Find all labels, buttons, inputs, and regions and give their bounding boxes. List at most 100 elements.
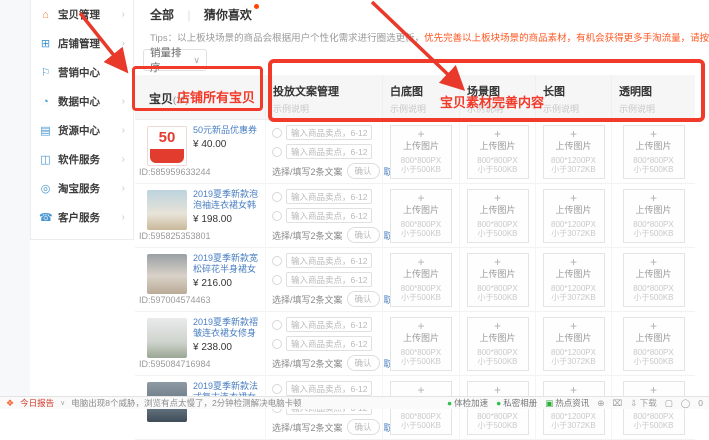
sidebar-item-5[interactable]: ◫软件服务› bbox=[31, 145, 133, 174]
upload-image-button[interactable]: +上传图片800*800PX小于500KB bbox=[623, 253, 685, 307]
sort-dropdown[interactable]: 销量排序 ∨ bbox=[143, 49, 207, 71]
upload-image-button[interactable]: +上传图片800*1200PX小于3072KB bbox=[543, 317, 605, 371]
upload-label: 上传图片 bbox=[468, 269, 528, 280]
product-count: (11) bbox=[173, 95, 188, 105]
upload-image-button[interactable]: +上传图片800*1200PX小于3072KB bbox=[543, 189, 605, 243]
upload-image-button[interactable]: +上传图片800*800PX小于500KB bbox=[467, 317, 529, 371]
upload-size-hint: 800*800PX bbox=[624, 348, 684, 357]
upload-image-button[interactable]: +上传图片800*800PX小于500KB bbox=[623, 317, 685, 371]
selling-point-input[interactable] bbox=[286, 272, 372, 287]
sidebar-item-1[interactable]: ⊞店铺管理› bbox=[31, 29, 133, 58]
upload-label: 上传图片 bbox=[544, 269, 604, 280]
material-cell-2: +上传图片800*1200PX小于3072KB bbox=[535, 184, 611, 248]
upload-image-button[interactable]: +上传图片800*800PX小于500KB bbox=[390, 189, 452, 243]
upload-image-button[interactable]: +上传图片800*800PX小于500KB bbox=[467, 253, 529, 307]
sidebar-item-label: 数据中心 bbox=[58, 94, 100, 109]
example-link[interactable]: 示例说明 bbox=[619, 102, 695, 115]
sidebar-item-2[interactable]: ⚐营销中心 bbox=[31, 58, 133, 87]
taskbar-alert-text: 电脑出现8个威胁，浏览有点太慢了，2分钟检测解决电脑卡顿 bbox=[71, 397, 301, 409]
security-logo-icon[interactable]: ❖ bbox=[6, 398, 14, 409]
checkbox[interactable] bbox=[272, 128, 282, 138]
selling-point-input[interactable] bbox=[286, 253, 372, 268]
taskbar-tray: ●体检加速 ●私密相册 ▣热点资讯 ⊕ ⌧ ⇩ 下载 ▢ ◯ 0 bbox=[447, 397, 703, 409]
upload-image-button[interactable]: +上传图片800*800PX小于500KB bbox=[623, 125, 685, 179]
upload-image-button[interactable]: +上传图片800*1200PX小于3072KB bbox=[543, 125, 605, 179]
upload-size-hint: 800*800PX bbox=[391, 348, 451, 357]
tab-all[interactable]: 全部 bbox=[150, 8, 174, 22]
example-link[interactable]: 示例说明 bbox=[543, 102, 611, 115]
product-title-link[interactable]: 2019夏季新款褶皱连衣裙女修身显瘦小众网红 bbox=[193, 317, 263, 339]
daily-report-label[interactable]: 今日报告 bbox=[20, 397, 54, 409]
window-icon[interactable]: ▢ bbox=[665, 398, 673, 409]
plus-icon: + bbox=[624, 192, 684, 205]
example-link[interactable]: 示例说明 bbox=[273, 102, 382, 115]
checkbox[interactable] bbox=[272, 339, 282, 349]
checkbox[interactable] bbox=[272, 275, 282, 285]
sidebar-item-4[interactable]: ▤货源中心› bbox=[31, 116, 133, 145]
product-title-link[interactable]: 2019夏季新款宽松碎花半身裙女中长款拼接白 bbox=[193, 253, 263, 275]
selling-point-input[interactable] bbox=[286, 208, 372, 223]
checkbox[interactable] bbox=[272, 384, 282, 394]
tray-item-2[interactable]: ▣热点资讯 bbox=[545, 397, 589, 409]
product-id: ID:595825353801 bbox=[139, 231, 211, 241]
example-link[interactable]: 示例说明 bbox=[390, 102, 459, 115]
sidebar-item-label: 淘宝服务 bbox=[58, 181, 100, 196]
plus-icon: + bbox=[391, 192, 451, 205]
copy-actions: 选择/填写2条文案确认取消 bbox=[272, 227, 378, 243]
product-title-link[interactable]: 50元新品优惠券 bbox=[193, 125, 263, 136]
chevron-right-icon: › bbox=[122, 125, 125, 136]
confirm-button[interactable]: 确认 bbox=[347, 291, 380, 307]
counter-badge[interactable]: 0 bbox=[698, 398, 703, 408]
add-tool-icon[interactable]: ⊕ bbox=[597, 398, 604, 409]
confirm-button[interactable]: 确认 bbox=[347, 227, 380, 243]
confirm-button[interactable]: 确认 bbox=[347, 163, 380, 179]
material-cell-2: +上传图片800*1200PX小于3072KB bbox=[535, 312, 611, 376]
upload-image-button[interactable]: +上传图片800*1200PX小于3072KB bbox=[543, 253, 605, 307]
upload-image-button[interactable]: +上传图片800*800PX小于500KB bbox=[467, 189, 529, 243]
circle-tool-icon[interactable]: ◯ bbox=[681, 398, 691, 409]
health-check-icon: ● bbox=[447, 398, 452, 408]
selling-point-input[interactable] bbox=[286, 125, 372, 140]
selling-point-input[interactable] bbox=[286, 144, 372, 159]
selling-point-input[interactable] bbox=[286, 381, 372, 396]
chevron-down-icon[interactable]: ∨ bbox=[60, 399, 65, 407]
tray-item-1[interactable]: ●私密相册 bbox=[496, 397, 537, 409]
sidebar-item-3[interactable]: ◔数据中心› bbox=[31, 87, 133, 116]
checkbox[interactable] bbox=[272, 192, 282, 202]
product-cell: 5050元新品优惠券¥ 40.00ID:585959633244 bbox=[135, 120, 265, 184]
tab-guess-you-like[interactable]: 猜你喜欢 bbox=[204, 8, 252, 22]
sidebar-item-6[interactable]: ◎淘宝服务› bbox=[31, 174, 133, 203]
selling-point-input[interactable] bbox=[286, 189, 372, 204]
tray-item-label: 体检加速 bbox=[454, 397, 488, 409]
upload-label: 上传图片 bbox=[624, 333, 684, 344]
select-hint: 选择/填写2条文案 bbox=[272, 293, 343, 306]
confirm-button[interactable]: 确认 bbox=[347, 355, 380, 371]
table-row: 2019夏季新款泡泡袖连衣裙女韩版短袖T恤中长款¥ 198.00ID:59582… bbox=[135, 184, 695, 248]
upload-label: 上传图片 bbox=[468, 205, 528, 216]
upload-image-button[interactable]: +上传图片800*800PX小于500KB bbox=[390, 253, 452, 307]
example-link[interactable]: 示例说明 bbox=[467, 102, 535, 115]
checkbox[interactable] bbox=[272, 320, 282, 330]
selling-point-input[interactable] bbox=[286, 317, 372, 332]
sidebar-item-7[interactable]: ☎客户服务› bbox=[31, 203, 133, 232]
sidebar-item-label: 软件服务 bbox=[58, 152, 100, 167]
clean-icon[interactable]: ⌧ bbox=[612, 398, 622, 409]
upload-size-hint: 800*1200PX bbox=[544, 220, 604, 229]
checkbox[interactable] bbox=[272, 211, 282, 221]
selling-point-input[interactable] bbox=[286, 336, 372, 351]
upload-image-button[interactable]: +上传图片800*800PX小于500KB bbox=[390, 317, 452, 371]
product-title-link[interactable]: 2019夏季新款泡泡袖连衣裙女韩版短袖T恤中长款 bbox=[193, 189, 263, 211]
upload-limit-hint: 小于500KB bbox=[468, 165, 528, 174]
upload-image-button[interactable]: +上传图片800*800PX小于500KB bbox=[623, 189, 685, 243]
sort-label: 销量排序 bbox=[150, 45, 187, 75]
checkbox[interactable] bbox=[272, 147, 282, 157]
download-icon[interactable]: ⇩ 下载 bbox=[630, 397, 656, 409]
upload-image-button[interactable]: +上传图片800*800PX小于500KB bbox=[390, 125, 452, 179]
sidebar-item-0[interactable]: ⌂宝贝管理› bbox=[31, 0, 133, 29]
upload-image-button[interactable]: +上传图片800*800PX小于500KB bbox=[467, 125, 529, 179]
confirm-button[interactable]: 确认 bbox=[347, 419, 380, 435]
copy-actions: 选择/填写2条文案确认取消 bbox=[272, 291, 378, 307]
upload-label: 上传图片 bbox=[624, 205, 684, 216]
checkbox[interactable] bbox=[272, 256, 282, 266]
tray-item-0[interactable]: ●体检加速 bbox=[447, 397, 488, 409]
